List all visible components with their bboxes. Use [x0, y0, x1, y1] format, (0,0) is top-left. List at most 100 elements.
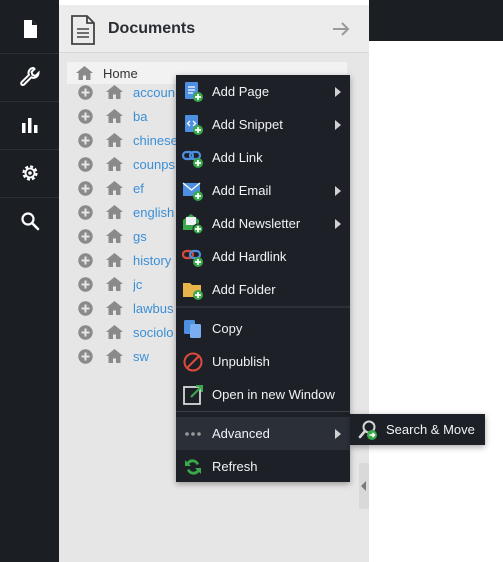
- nav-tools-button[interactable]: [0, 53, 59, 101]
- nav-documents-button[interactable]: [0, 5, 59, 53]
- home-icon: [106, 85, 123, 99]
- wrench-icon: [19, 66, 40, 87]
- expand-plus-icon[interactable]: [78, 228, 93, 244]
- tree-item-label: accoun: [133, 84, 175, 100]
- collapse-handle[interactable]: [359, 463, 369, 509]
- menu-item-label: Add Folder: [212, 282, 276, 297]
- expand-plus-icon[interactable]: [78, 324, 93, 340]
- bar-chart-icon: [21, 118, 37, 133]
- home-icon: [106, 253, 123, 267]
- tree-item-label: english: [133, 204, 175, 220]
- top-toolbar-strip: [369, 0, 503, 41]
- document-icon: [23, 20, 37, 38]
- add-email-icon: [182, 181, 203, 201]
- home-icon: [106, 205, 123, 219]
- menu-separator: [176, 306, 350, 308]
- caret-right-icon: [335, 185, 341, 196]
- refresh-icon: [185, 458, 201, 475]
- submenu-item-label: Search & Move: [386, 422, 475, 437]
- tree-item-label: counps: [133, 156, 175, 172]
- caret-right-icon: [335, 218, 341, 229]
- menu-item-label: Open in new Window: [212, 387, 335, 402]
- home-icon: [106, 301, 123, 315]
- menu-item-add-email[interactable]: Add Email: [176, 174, 350, 207]
- menu-item-label: Add Snippet: [212, 117, 283, 132]
- menu-item-refresh[interactable]: Refresh: [176, 450, 350, 483]
- menu-item-label: Copy: [212, 321, 243, 336]
- nav-reports-button[interactable]: [0, 101, 59, 149]
- search-icon: [20, 212, 39, 231]
- expand-plus-icon[interactable]: [78, 252, 93, 268]
- submenu-item-search-move[interactable]: Search & Move: [350, 414, 485, 445]
- chevron-left-icon: [361, 481, 366, 491]
- home-icon: [106, 325, 123, 339]
- add-snippet-icon: [185, 114, 203, 135]
- panel-title: Documents: [108, 20, 196, 37]
- home-icon: [106, 133, 123, 147]
- tree-item-label: sociolo: [133, 324, 174, 340]
- menu-item-add-hardlink[interactable]: Add Hardlink: [176, 240, 350, 273]
- caret-right-icon: [335, 428, 341, 439]
- expand-plus-icon[interactable]: [78, 300, 93, 316]
- gear-icon: [21, 165, 38, 181]
- menu-item-label: Add Hardlink: [212, 249, 287, 264]
- tree-item-label: ba: [133, 108, 148, 124]
- menu-item-advanced[interactable]: Advanced: [176, 417, 350, 450]
- menu-item-label: Add Newsletter: [212, 216, 301, 231]
- menu-item-add-snippet[interactable]: Add Snippet: [176, 108, 350, 141]
- menu-item-label: Unpublish: [212, 354, 270, 369]
- home-icon: [106, 157, 123, 171]
- tree-item-label: jc: [133, 276, 143, 292]
- menu-item-label: Add Page: [212, 84, 270, 99]
- menu-item-add-newsletter[interactable]: Add Newsletter: [176, 207, 350, 240]
- arrow-right-icon[interactable]: [331, 19, 351, 39]
- add-hardlink-icon: [182, 249, 203, 267]
- copy-icon: [184, 319, 201, 338]
- advanced-submenu: Search & Move: [350, 414, 485, 445]
- menu-item-add-page[interactable]: Add Page: [176, 75, 350, 108]
- add-newsletter-icon: [183, 213, 204, 234]
- menu-item-label: Refresh: [212, 459, 258, 474]
- tree-item-label: chinese: [133, 132, 178, 148]
- expand-plus-icon[interactable]: [78, 84, 93, 100]
- expand-plus-icon[interactable]: [78, 204, 93, 220]
- main-nav-rail: [0, 0, 59, 562]
- expand-plus-icon[interactable]: [78, 348, 93, 364]
- open-window-icon: [183, 384, 203, 405]
- tree-item-label: ef: [133, 180, 144, 196]
- expand-plus-icon[interactable]: [78, 108, 93, 124]
- home-icon: [106, 277, 123, 291]
- document-icon: [71, 15, 95, 45]
- home-icon: [106, 109, 123, 123]
- tree-item-label: history: [133, 252, 172, 268]
- nav-settings-button[interactable]: [0, 149, 59, 197]
- add-link-icon: [182, 150, 203, 168]
- menu-item-label: Add Link: [212, 150, 263, 165]
- expand-plus-icon[interactable]: [78, 276, 93, 292]
- menu-item-open-in-new-window[interactable]: Open in new Window: [176, 378, 350, 411]
- menu-item-unpublish[interactable]: Unpublish: [176, 345, 350, 378]
- menu-item-label: Advanced: [212, 426, 270, 441]
- app-root: Documents Home accoun ba chinese counps ef en…: [0, 0, 503, 562]
- tree-item-label: lawbus: [133, 300, 174, 316]
- home-icon: [106, 181, 123, 195]
- nav-search-button[interactable]: [0, 197, 59, 245]
- caret-right-icon: [335, 119, 341, 130]
- add-page-icon: [185, 81, 203, 102]
- home-icon: [106, 229, 123, 243]
- menu-item-add-folder[interactable]: Add Folder: [176, 273, 350, 306]
- expand-plus-icon[interactable]: [78, 156, 93, 172]
- tree-home-label: Home: [103, 65, 138, 81]
- expand-plus-icon[interactable]: [78, 180, 93, 196]
- menu-item-copy[interactable]: Copy: [176, 312, 350, 345]
- home-icon: [106, 349, 123, 363]
- add-folder-icon: [183, 282, 203, 300]
- expand-plus-icon[interactable]: [78, 132, 93, 148]
- unpublish-icon: [183, 352, 203, 371]
- menu-item-label: Add Email: [212, 183, 272, 198]
- more-icon: [185, 431, 201, 436]
- tree-item-label: gs: [133, 228, 147, 244]
- menu-item-add-link[interactable]: Add Link: [176, 141, 350, 174]
- menu-separator: [176, 411, 350, 412]
- home-icon: [76, 66, 93, 80]
